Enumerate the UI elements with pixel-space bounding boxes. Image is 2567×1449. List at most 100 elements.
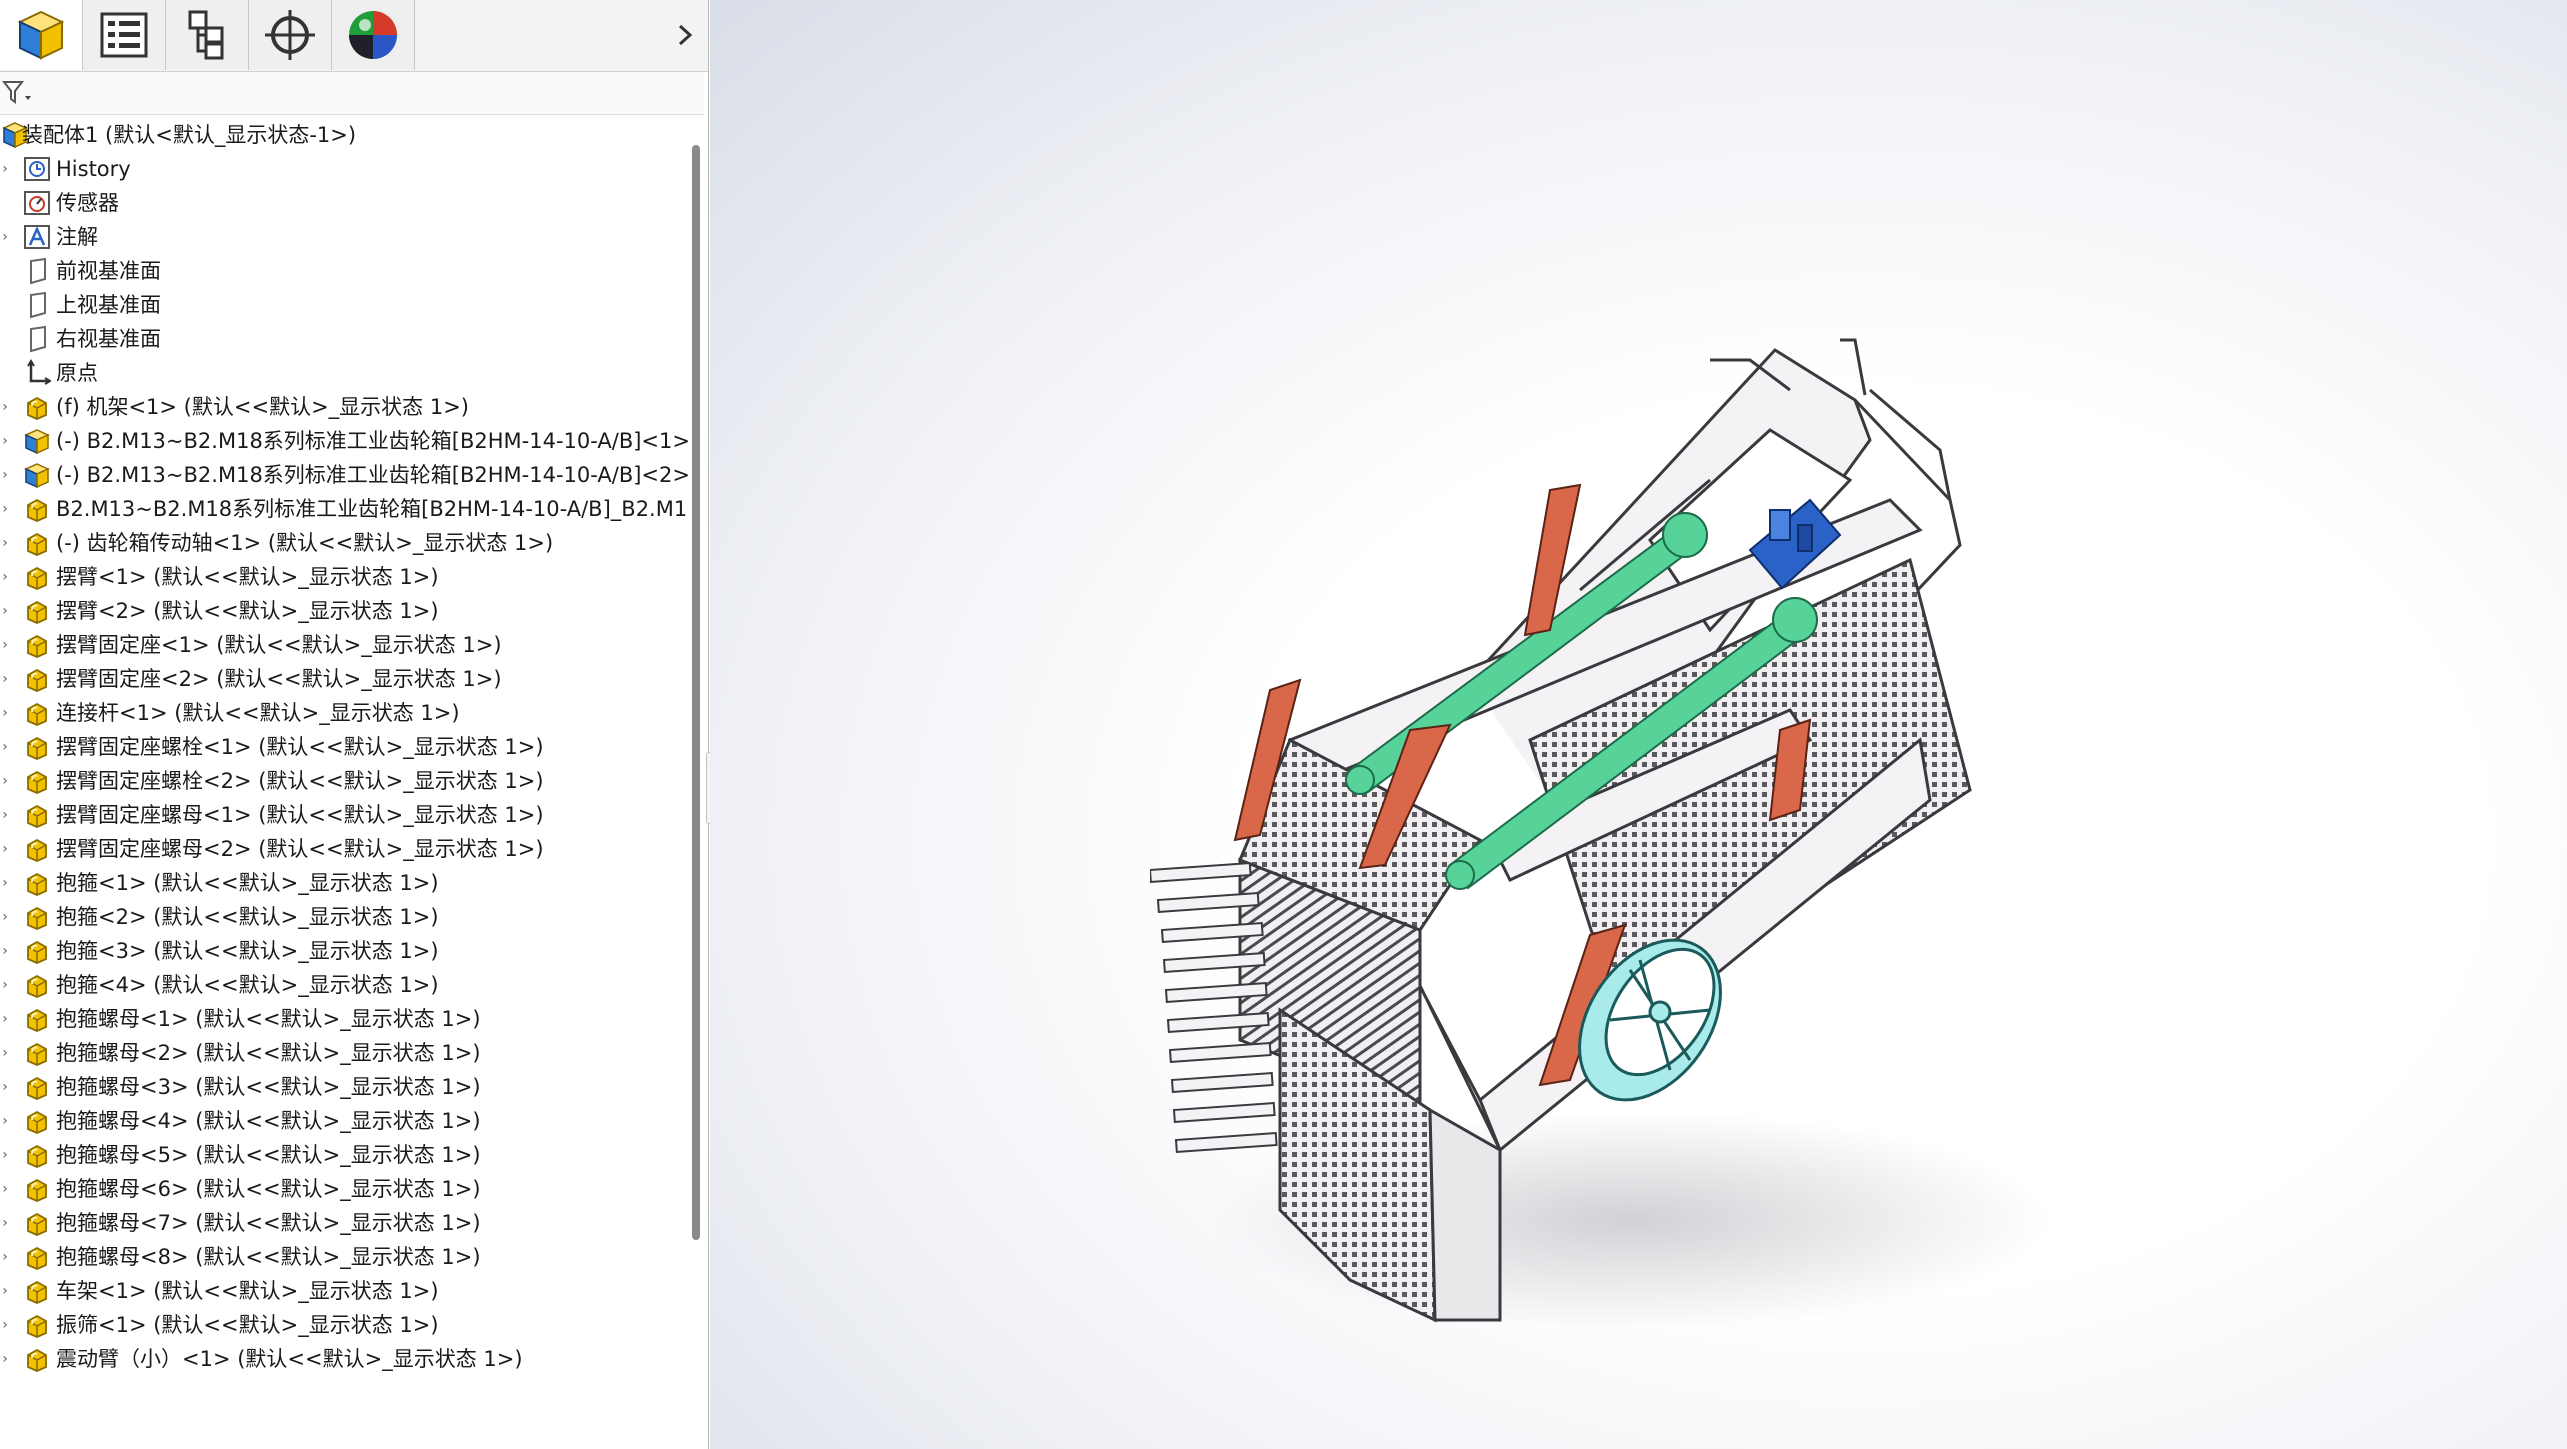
expand-arrow-icon[interactable]: › <box>0 1308 12 1342</box>
part-icon <box>22 1140 52 1170</box>
tree-item[interactable]: › 抱箍<1> (默认<<默认>_显示状态 1>) <box>0 866 690 900</box>
expand-arrow-icon[interactable]: › <box>0 628 12 662</box>
part-icon <box>22 868 52 898</box>
expand-arrow-icon[interactable]: › <box>0 1002 12 1036</box>
expand-arrow-icon[interactable]: › <box>0 220 12 254</box>
tree-item[interactable]: › B2.M13~B2.M18系列标准工业齿轮箱[B2HM-14-10-A∕B]_… <box>0 492 690 526</box>
tree-item-label: 抱箍螺母<4> (默认<<默认>_显示状态 1>) <box>56 1109 481 1133</box>
crosshair-icon <box>265 10 315 60</box>
tree-item[interactable]: › 摆臂固定座螺母<2> (默认<<默认>_显示状态 1>) <box>0 832 690 866</box>
tree-item[interactable]: › 抱箍<3> (默认<<默认>_显示状态 1>) <box>0 934 690 968</box>
expand-arrow-icon[interactable]: › <box>0 866 12 900</box>
tree-item[interactable]: › (-) B2.M13~B2.M18系列标准工业齿轮箱[B2HM-14-10-A… <box>0 458 690 492</box>
expand-arrow-icon[interactable]: › <box>0 458 12 492</box>
tree-item[interactable]: 前视基准面 <box>0 254 690 288</box>
expand-arrow-icon[interactable]: › <box>0 560 12 594</box>
tree-item[interactable]: › 抱箍螺母<7> (默认<<默认>_显示状态 1>) <box>0 1206 690 1240</box>
expand-arrow-icon[interactable]: › <box>0 594 12 628</box>
tree-item[interactable]: 原点 <box>0 356 690 390</box>
assembly-3d-model[interactable] <box>1150 320 2090 1340</box>
expand-arrow-icon[interactable]: › <box>0 1342 12 1376</box>
history-icon <box>22 154 52 184</box>
tree-item[interactable]: › 摆臂固定座螺栓<1> (默认<<默认>_显示状态 1>) <box>0 730 690 764</box>
expand-arrow-icon[interactable]: › <box>0 730 12 764</box>
expand-arrow-icon[interactable]: › <box>0 1172 12 1206</box>
tree-item[interactable]: › 抱箍螺母<6> (默认<<默认>_显示状态 1>) <box>0 1172 690 1206</box>
part-icon <box>22 1208 52 1238</box>
expand-arrow-icon[interactable]: › <box>0 968 12 1002</box>
filter-icon[interactable] <box>2 78 34 108</box>
tree-item-label: 车架<1> (默认<<默认>_显示状态 1>) <box>56 1279 439 1303</box>
expand-arrow-icon[interactable]: › <box>0 900 12 934</box>
tree-item-label: 摆臂固定座螺母<1> (默认<<默认>_显示状态 1>) <box>56 803 544 827</box>
tree-item[interactable]: › (f) 机架<1> (默认<<默认>_显示状态 1>) <box>0 390 690 424</box>
tree-item[interactable]: › History <box>0 152 690 186</box>
tree-root-label: 装配体1 (默认<默认_显示状态-1>) <box>22 123 357 147</box>
graphics-viewport[interactable] <box>710 0 2567 1449</box>
expand-arrow-icon[interactable]: › <box>0 798 12 832</box>
property-list-icon <box>100 12 148 58</box>
expand-arrow-icon[interactable]: › <box>0 1138 12 1172</box>
property-manager-tab[interactable] <box>83 0 166 70</box>
tree-item[interactable]: › 振筛<1> (默认<<默认>_显示状态 1>) <box>0 1308 690 1342</box>
expand-arrow-icon[interactable]: › <box>0 696 12 730</box>
expand-arrow-icon[interactable]: › <box>0 934 12 968</box>
expand-arrow-icon[interactable]: › <box>0 152 12 186</box>
part-icon <box>22 732 52 762</box>
tree-item[interactable]: › (-) 齿轮箱传动轴<1> (默认<<默认>_显示状态 1>) <box>0 526 690 560</box>
expand-arrow-icon[interactable]: › <box>0 764 12 798</box>
tree-item[interactable]: › 震动臂（小）<1> (默认<<默认>_显示状态 1>) <box>0 1342 690 1376</box>
part-icon <box>22 902 52 932</box>
tree-item[interactable]: › 抱箍螺母<5> (默认<<默认>_显示状态 1>) <box>0 1138 690 1172</box>
tree-item[interactable]: › 抱箍螺母<3> (默认<<默认>_显示状态 1>) <box>0 1070 690 1104</box>
expand-arrow-icon[interactable]: › <box>0 1240 12 1274</box>
part-icon <box>22 1276 52 1306</box>
configuration-manager-tab[interactable] <box>166 0 249 70</box>
dimxpert-tab[interactable] <box>249 0 332 70</box>
tree-item[interactable]: › 连接杆<1> (默认<<默认>_显示状态 1>) <box>0 696 690 730</box>
tree-item[interactable]: › 抱箍螺母<1> (默认<<默认>_显示状态 1>) <box>0 1002 690 1036</box>
tree-item[interactable]: › 抱箍螺母<8> (默认<<默认>_显示状态 1>) <box>0 1240 690 1274</box>
tree-item-label: History <box>56 157 131 181</box>
tree-item-label: 摆臂<1> (默认<<默认>_显示状态 1>) <box>56 565 439 589</box>
tree-item[interactable]: › 车架<1> (默认<<默认>_显示状态 1>) <box>0 1274 690 1308</box>
tree-item[interactable]: › 摆臂固定座螺栓<2> (默认<<默认>_显示状态 1>) <box>0 764 690 798</box>
tree-item[interactable]: › 摆臂固定座<1> (默认<<默认>_显示状态 1>) <box>0 628 690 662</box>
plane-icon <box>22 256 52 286</box>
tree-item-label: 摆臂固定座螺栓<1> (默认<<默认>_显示状态 1>) <box>56 735 544 759</box>
expand-arrow-icon[interactable]: › <box>0 832 12 866</box>
tree-scrollbar[interactable] <box>692 145 700 1240</box>
tree-item[interactable]: › 抱箍<4> (默认<<默认>_显示状态 1>) <box>0 968 690 1002</box>
expand-arrow-icon[interactable]: › <box>0 662 12 696</box>
part-icon <box>22 698 52 728</box>
feature-manager-tab[interactable] <box>0 0 83 70</box>
tree-item[interactable]: › 摆臂<2> (默认<<默认>_显示状态 1>) <box>0 594 690 628</box>
display-manager-tab[interactable] <box>332 0 415 70</box>
part-icon <box>22 1174 52 1204</box>
expand-arrow-icon[interactable]: › <box>0 1070 12 1104</box>
expand-arrow-icon[interactable]: › <box>0 1104 12 1138</box>
tree-item[interactable]: › (-) B2.M13~B2.M18系列标准工业齿轮箱[B2HM-14-10-A… <box>0 424 690 458</box>
tree-item-label: 抱箍<1> (默认<<默认>_显示状态 1>) <box>56 871 439 895</box>
tree-root[interactable]: 装配体1 (默认<默认_显示状态-1>) <box>0 118 690 152</box>
tree-item[interactable]: 右视基准面 <box>0 322 690 356</box>
expand-arrow-icon[interactable]: › <box>0 1206 12 1240</box>
chevron-right-icon[interactable] <box>670 18 700 52</box>
expand-arrow-icon[interactable]: › <box>0 1036 12 1070</box>
tree-item[interactable]: › 抱箍螺母<2> (默认<<默认>_显示状态 1>) <box>0 1036 690 1070</box>
tree-item-label: 右视基准面 <box>56 327 161 351</box>
tree-item[interactable]: › 摆臂<1> (默认<<默认>_显示状态 1>) <box>0 560 690 594</box>
part-icon <box>22 528 52 558</box>
expand-arrow-icon[interactable]: › <box>0 424 12 458</box>
tree-item[interactable]: 传感器 <box>0 186 690 220</box>
expand-arrow-icon[interactable]: › <box>0 526 12 560</box>
tree-item[interactable]: 上视基准面 <box>0 288 690 322</box>
tree-item[interactable]: › 摆臂固定座<2> (默认<<默认>_显示状态 1>) <box>0 662 690 696</box>
expand-arrow-icon[interactable]: › <box>0 390 12 424</box>
tree-item[interactable]: › 摆臂固定座螺母<1> (默认<<默认>_显示状态 1>) <box>0 798 690 832</box>
tree-item[interactable]: › 抱箍<2> (默认<<默认>_显示状态 1>) <box>0 900 690 934</box>
tree-item[interactable]: › 注解 <box>0 220 690 254</box>
tree-item[interactable]: › 抱箍螺母<4> (默认<<默认>_显示状态 1>) <box>0 1104 690 1138</box>
expand-arrow-icon[interactable]: › <box>0 1274 12 1308</box>
expand-arrow-icon[interactable]: › <box>0 492 12 526</box>
